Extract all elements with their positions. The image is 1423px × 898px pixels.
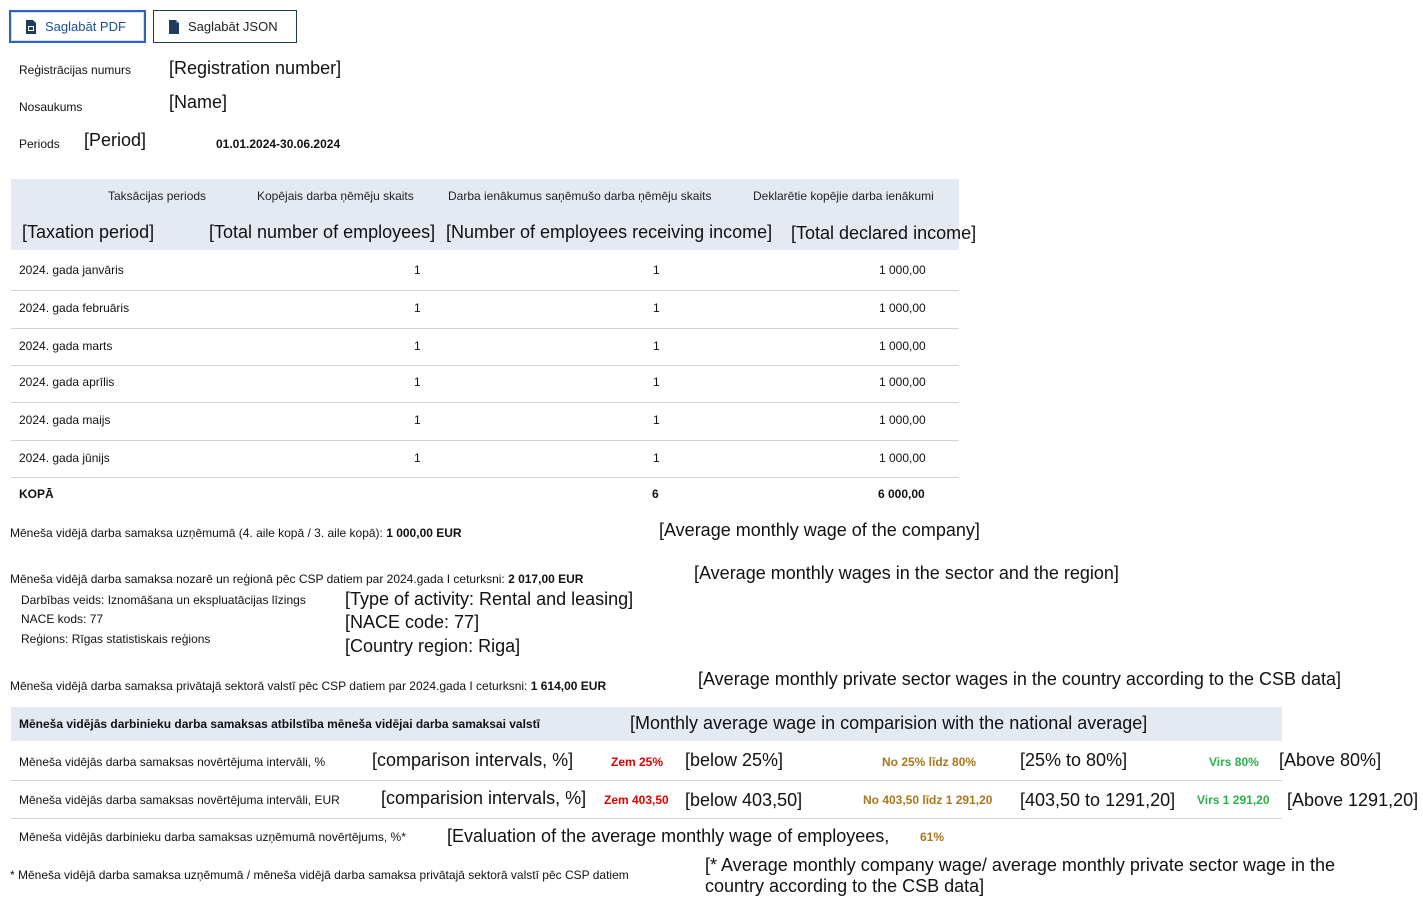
header-employees-with-income: Darba ienākumus saņēmušo darba ņēmēju sk… [448,189,712,203]
file-icon [168,19,180,34]
row-income: 1 000,00 [879,301,926,315]
row-receiving: 1 [653,451,660,465]
divider [11,780,1282,781]
avg-private-value: 1 614,00 EUR [530,679,607,693]
eur-mid-annotation: [403,50 to 1291,20] [1020,790,1176,810]
row-period: 2024. gada aprīlis [19,375,115,389]
table-row [11,440,959,478]
table-row [11,328,959,366]
save-pdf-label: Saglabāt PDF [45,19,126,34]
activity-annotation: [Type of activity: Rental and leasing] [345,589,634,609]
table-row [11,253,959,291]
evaluation-annotation: [Evaluation of the average monthly wage … [447,826,890,846]
region-annotation: [Country region: Riga] [345,636,521,656]
row-income: 1 000,00 [879,413,926,427]
pct-mid: No 25% līdz 80% [882,755,977,769]
avg-private-text: Mēneša vidējā darba samaksa privātajā se… [10,679,531,693]
header-total-employees: Kopējais darba ņēmēju skaits [257,189,414,203]
nace-annotation: [NACE code: 77] [345,612,480,632]
eur-intervals-annotation: [comparision intervals, %] [381,788,587,808]
eur-low: Zem 403,50 [604,793,669,807]
avg-sector-text: Mēneša vidējā darba samaksa nozarē un re… [10,572,509,586]
row-period: 2024. gada jūnijs [19,451,110,465]
period-annotation: [Period] [84,130,147,150]
row-receiving: 1 [653,301,660,315]
avg-sector-line: Mēneša vidējā darba samaksa nozarē un re… [10,572,583,586]
row-period: 2024. gada maijs [19,413,111,427]
footnote-annotation-line2: country according to the CSB data] [705,876,985,896]
row-total: 1 [414,451,421,465]
avg-company-line: Mēneša vidējā darba samaksa uzņēmumā (4.… [10,526,462,540]
activity-type: Darbības veids: Iznomāšana un ekspluatāc… [21,593,306,607]
evaluation-label: Mēneša vidējās darbinieku darba samaksas… [19,830,406,844]
row-income: 1 000,00 [879,339,926,353]
row-receiving: 1 [653,413,660,427]
row-period: 2024. gada janvāris [19,263,124,277]
registration-annotation: [Registration number] [169,58,342,78]
total-label: KOPĀ [19,487,54,501]
pct-high-annotation: [Above 80%] [1279,750,1382,770]
table-row [11,403,959,441]
row-receiving: 1 [653,263,660,277]
row-total: 1 [414,375,421,389]
row-total: 1 [414,413,421,427]
avg-company-annotation: [Average monthly wage of the company] [659,520,980,540]
eur-intervals-label: Mēneša vidējās darba samaksas novērtējum… [19,793,340,807]
pct-intervals-annotation: [comparison intervals, %] [372,750,574,770]
row-income: 1 000,00 [879,375,926,389]
divider [11,818,1282,819]
avg-company-value: 1 000,00 EUR [386,526,462,540]
avg-private-line: Mēneša vidējā darba samaksa privātajā se… [10,679,606,693]
row-total: 1 [414,339,421,353]
name-label: Nosaukums [19,100,83,114]
header-annotation-income: [Total declared income] [791,223,977,243]
table-row [11,291,959,329]
period-value: 01.01.2024-30.06.2024 [216,137,341,151]
header-taxation-period: Taksācijas periods [108,189,207,203]
avg-sector-annotation: [Average monthly wages in the sector and… [694,563,1119,583]
row-total: 1 [414,301,421,315]
comparison-title: Mēneša vidējās darbinieku darba samaksas… [19,717,540,731]
eur-mid: No 403,50 līdz 1 291,20 [863,793,993,807]
row-receiving: 1 [653,375,660,389]
pct-low-annotation: [below 25%] [685,750,784,770]
header-declared-income: Deklarētie kopējie darba ienākumi [753,189,934,203]
total-income: 6 000,00 [878,487,925,501]
row-income: 1 000,00 [879,263,926,277]
pct-high: Virs 80% [1209,755,1259,769]
eur-high: Virs 1 291,20 [1197,793,1270,807]
save-json-label: Saglabāt JSON [188,19,278,34]
row-period: 2024. gada februāris [19,301,130,315]
header-annotation-receiving: [Number of employees receiving income] [446,222,773,242]
period-label: Periods [19,137,60,151]
nace-code: NACE kods: 77 [21,612,104,626]
pct-intervals-label: Mēneša vidējās darba samaksas novērtējum… [19,755,326,769]
footnote: * Mēneša vidējā darba samaksa uzņēmumā /… [10,868,629,882]
table-row [11,365,959,403]
save-json-button[interactable]: Saglabāt JSON [153,10,297,43]
header-annotation-total: [Total number of employees] [209,222,436,242]
evaluation-value: 61% [920,830,945,844]
row-income: 1 000,00 [879,451,926,465]
footnote-annotation-line1: [* Average monthly company wage/ average… [705,855,1336,875]
pdf-file-icon [25,19,37,34]
avg-private-annotation: [Average monthly private sector wages in… [698,669,1342,689]
pct-low: Zem 25% [611,755,664,769]
avg-sector-value: 2 017,00 EUR [508,572,584,586]
eur-high-annotation: [Above 1291,20] [1287,790,1419,810]
row-period: 2024. gada marts [19,339,113,353]
region: Reģions: Rīgas statistiskais reģions [21,632,211,646]
pct-mid-annotation: [25% to 80%] [1020,750,1128,770]
registration-label: Reģistrācijas numurs [19,63,132,77]
comparison-title-annotation: [Monthly average wage in comparision wit… [630,713,1148,733]
row-receiving: 1 [653,339,660,353]
header-annotation-period: [Taxation period] [22,222,155,242]
row-total: 1 [414,263,421,277]
total-receiving: 6 [652,487,659,501]
eur-low-annotation: [below 403,50] [685,790,803,810]
avg-company-text: Mēneša vidējā darba samaksa uzņēmumā (4.… [10,526,387,540]
name-annotation: [Name] [169,92,228,112]
save-pdf-button[interactable]: Saglabāt PDF [9,10,146,43]
